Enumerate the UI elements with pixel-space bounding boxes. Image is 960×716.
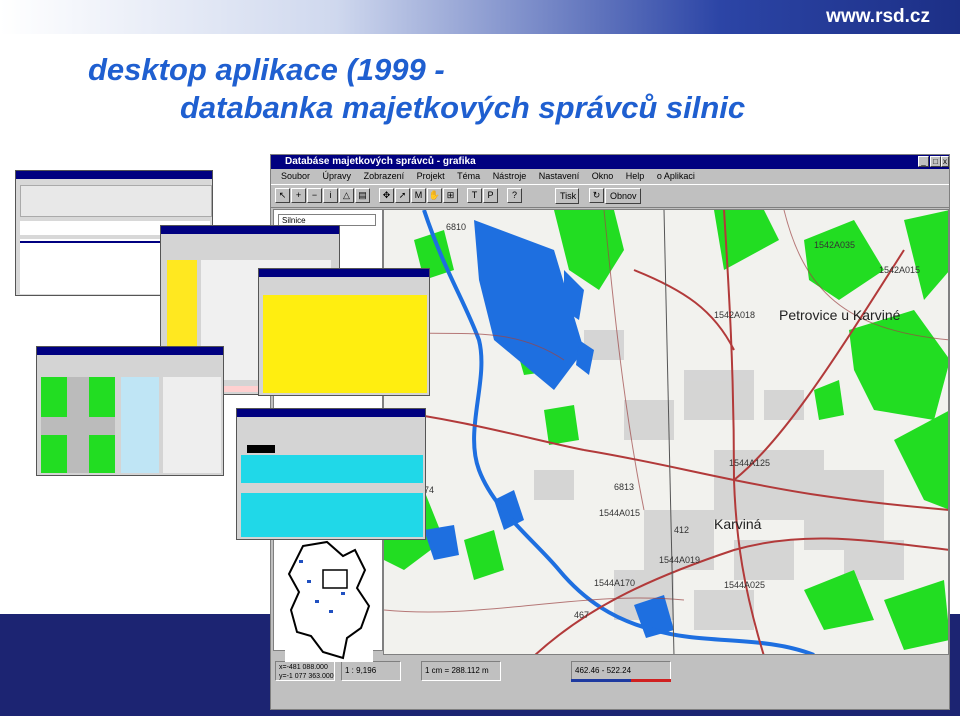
map-label-code: 1544A015 (599, 508, 641, 518)
menu-upravy[interactable]: Úpravy (323, 169, 352, 183)
zoom-in-icon[interactable]: + (291, 188, 306, 203)
map-canvas[interactable]: Petrovice u Karviné Karviná 1542A035 154… (383, 209, 949, 655)
status-unit: 1 cm = 288.112 m (421, 661, 501, 681)
map-label-code: 467 (574, 610, 590, 620)
pan-icon[interactable]: ✥ (379, 188, 394, 203)
hand-icon[interactable]: ✋ (427, 188, 442, 203)
refresh-icon[interactable]: ↻ (589, 188, 604, 203)
map-label-code: 6813 (614, 482, 635, 492)
map-icon[interactable]: M (411, 188, 426, 203)
map-label-code: 1544A025 (724, 580, 766, 590)
maximize-button[interactable]: □ (930, 156, 941, 167)
print-preview-icon[interactable]: ▤ (355, 188, 370, 203)
map-graphic (384, 210, 948, 654)
map-label-code: 1542A035 (814, 240, 856, 250)
info-icon[interactable]: i (323, 188, 338, 203)
map-label-code: 1544A170 (594, 578, 636, 588)
refresh-button[interactable]: Obnov (605, 188, 641, 204)
pointer-icon[interactable]: ➚ (395, 188, 410, 203)
menu-soubor[interactable]: Soubor (281, 169, 310, 183)
map-label-code: 6810 (446, 222, 467, 232)
menu-o-aplikaci[interactable]: o Aplikaci (657, 169, 695, 183)
menu-nastaveni[interactable]: Nastavení (539, 169, 580, 183)
menu-projekt[interactable]: Projekt (417, 169, 445, 183)
menu-help[interactable]: Help (626, 169, 645, 183)
menu-bar: Soubor Úpravy Zobrazení Projekt Téma Nás… (271, 169, 949, 183)
close-button[interactable]: x (941, 156, 949, 167)
top-bar: www.rsd.cz (0, 0, 960, 34)
help-icon[interactable]: ? (507, 188, 522, 203)
text-icon[interactable]: T (467, 188, 482, 203)
screenshot-yellow-form (258, 268, 430, 396)
menu-zobrazeni[interactable]: Zobrazení (364, 169, 405, 183)
region-outline (287, 540, 371, 660)
map-label-town-petrovice: Petrovice u Karviné (779, 307, 901, 323)
map-label-code: 412 (674, 525, 690, 535)
window-title: Databáse majetkových správců - grafika (285, 156, 476, 167)
map-label-code: 1542A018 (714, 310, 756, 320)
menu-tema[interactable]: Téma (457, 169, 480, 183)
map-label-town-karvina: Karviná (714, 516, 762, 532)
properties-icon[interactable]: P (483, 188, 498, 203)
menu-okno[interactable]: Okno (592, 169, 614, 183)
region-minimap (285, 540, 373, 662)
status-scale: 1 : 9,196 (341, 661, 401, 681)
window-titlebar: Databáse majetkových správců - grafika (271, 155, 949, 169)
status-progress-bar (571, 679, 671, 682)
website-url[interactable]: www.rsd.cz (826, 6, 930, 28)
map-label-code: 1542A015 (879, 265, 921, 275)
zoom-out-icon[interactable]: − (307, 188, 322, 203)
slide-title-line1: desktop aplikace (1999 - (88, 52, 445, 87)
status-range: 462.46 - 522.24 (571, 661, 671, 681)
select-icon[interactable]: ↖ (275, 188, 290, 203)
status-coordinates: x=-481 088.000 y=-1 077 363.000 (275, 661, 335, 681)
fullextent-icon[interactable]: ⊞ (443, 188, 458, 203)
menu-nastroje[interactable]: Nástroje (493, 169, 527, 183)
print-button[interactable]: Tisk (555, 188, 579, 204)
measure-icon[interactable]: △ (339, 188, 354, 203)
toolbar: ↖ + − i △ ▤ ✥ ➚ M ✋ ⊞ T P ? Tisk ↻ Obnov (271, 184, 949, 208)
slide-title-line2: databanka majetkových správců silnic (180, 90, 746, 125)
map-label-code: 1544A019 (659, 555, 701, 565)
screenshot-crossroad (36, 346, 224, 476)
minimize-button[interactable]: _ (918, 156, 929, 167)
screenshot-cyan-form (236, 408, 426, 540)
map-label-code: 1544A125 (729, 458, 771, 468)
